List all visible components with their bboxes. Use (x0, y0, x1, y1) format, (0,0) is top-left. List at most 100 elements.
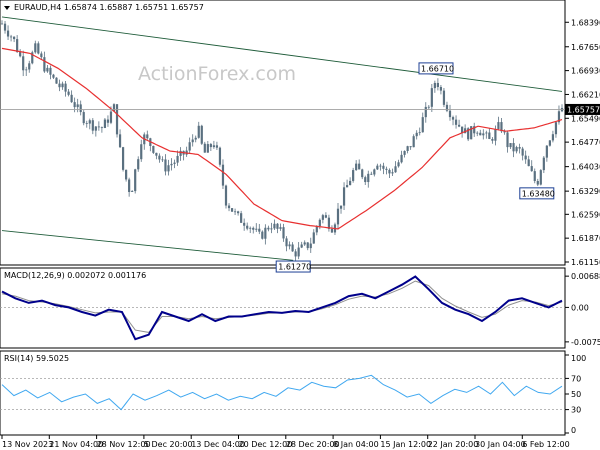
candle-body (134, 169, 137, 192)
candle-body (128, 179, 131, 192)
candle-body (161, 159, 164, 161)
macd-axis-ticks: 0.006886 0.00 -0.007591 (565, 272, 600, 347)
candle-body (400, 154, 403, 163)
candle-body (291, 244, 294, 252)
candle-body (427, 106, 430, 108)
macd-panel-title: MACD(12,26,9) 0.002072 0.001176 (4, 271, 146, 280)
candle-body (125, 169, 128, 180)
time-axis-ticks: 13 Nov 202321 Nov 04:0028 Nov 12:005 Dec… (1, 435, 570, 449)
candle-body (330, 228, 334, 233)
candle-body (206, 144, 209, 153)
candle-body (167, 165, 170, 172)
rsi-tick-label: 70 (571, 374, 581, 383)
candle-body (403, 150, 406, 155)
candle-body (258, 228, 261, 232)
price-tick-label: 1.68390 (571, 18, 600, 27)
candle-body (336, 208, 340, 225)
candle-body (194, 137, 197, 140)
candle-body (188, 142, 191, 151)
candle-body (297, 247, 300, 257)
time-tick-label: 20 Dec 12:00 (239, 440, 293, 449)
candle-body (515, 147, 518, 152)
candle-body (25, 69, 28, 71)
candle-body (554, 122, 558, 135)
time-tick-label: 15 Jan 12:00 (380, 440, 431, 449)
time-tick-label: 5 Dec 20:00 (144, 440, 193, 449)
candle-body (533, 171, 536, 182)
candle-body (451, 117, 455, 120)
candle-body (548, 140, 551, 146)
candle-body (191, 139, 194, 143)
price-annotation-label: 1.61270 (278, 263, 311, 272)
candle-body (485, 132, 488, 134)
candle-body (442, 90, 446, 105)
candle-body (203, 143, 206, 153)
candle-body (28, 63, 31, 70)
rsi-panel-title: RSI(14) 59.5025 (4, 354, 69, 363)
candle-body (339, 205, 343, 209)
candle-body (342, 187, 346, 206)
candle-body (22, 56, 25, 71)
candle-body (285, 238, 288, 247)
candle-body (267, 227, 270, 230)
candle-body (140, 144, 143, 160)
candle-body (82, 112, 85, 124)
candle-body (13, 36, 16, 40)
candle-body (215, 145, 219, 148)
candle-body (373, 169, 376, 175)
candle-body (379, 165, 382, 167)
candle-body (79, 104, 82, 113)
candle-body (409, 146, 412, 148)
time-tick-label: 13 Dec 04:00 (191, 440, 245, 449)
current-price-label: 1.65757 (567, 105, 600, 114)
candle-body (524, 155, 527, 160)
candle-body (176, 155, 179, 163)
time-tick-label: 8 Jan 04:00 (333, 440, 379, 449)
time-tick-label: 28 Dec 20:00 (286, 440, 340, 449)
price-tick-label: 1.61150 (571, 258, 600, 267)
candle-body (536, 181, 539, 185)
candle-body (518, 147, 521, 149)
candle-body (388, 169, 391, 174)
candle-body (6, 30, 10, 37)
macd-panel-frame (0, 267, 566, 349)
candle-body (137, 159, 140, 170)
candle-body (306, 242, 309, 249)
candle-body (19, 52, 22, 57)
candle-body (397, 162, 400, 167)
candle-body (279, 227, 282, 229)
time-tick-label: 6 Feb 12:00 (522, 440, 569, 449)
candle-body (252, 227, 255, 230)
candle-body (294, 251, 297, 257)
candle-body (312, 232, 315, 244)
candle-body (303, 242, 306, 245)
candle-body (170, 163, 173, 166)
price-tick-label: 1.64030 (571, 163, 600, 172)
rsi-panel-frame (0, 350, 566, 436)
candle-body (264, 227, 267, 239)
rsi-tick-label: 100 (571, 354, 586, 363)
price-tick-label: 1.65490 (571, 114, 600, 123)
candle-body (512, 143, 515, 152)
candle-body (67, 91, 70, 95)
candle-body (497, 122, 500, 129)
candle-body (367, 173, 370, 183)
candle-body (509, 143, 512, 148)
candle-body (40, 53, 43, 58)
candle-body (16, 39, 19, 53)
candle-body (494, 128, 497, 141)
candle-body (361, 169, 364, 178)
candle-body (3, 23, 7, 31)
candle-body (34, 43, 37, 53)
candle-body (470, 126, 473, 140)
candle-body (221, 164, 225, 186)
candle-body (146, 134, 149, 139)
candle-body (118, 134, 122, 148)
candle-body (43, 57, 46, 72)
candle-body (491, 138, 494, 141)
candle-body (345, 185, 349, 188)
candle-body (288, 244, 291, 247)
candle-body (121, 147, 125, 170)
candle-body (97, 126, 100, 128)
candle-body (530, 166, 533, 172)
